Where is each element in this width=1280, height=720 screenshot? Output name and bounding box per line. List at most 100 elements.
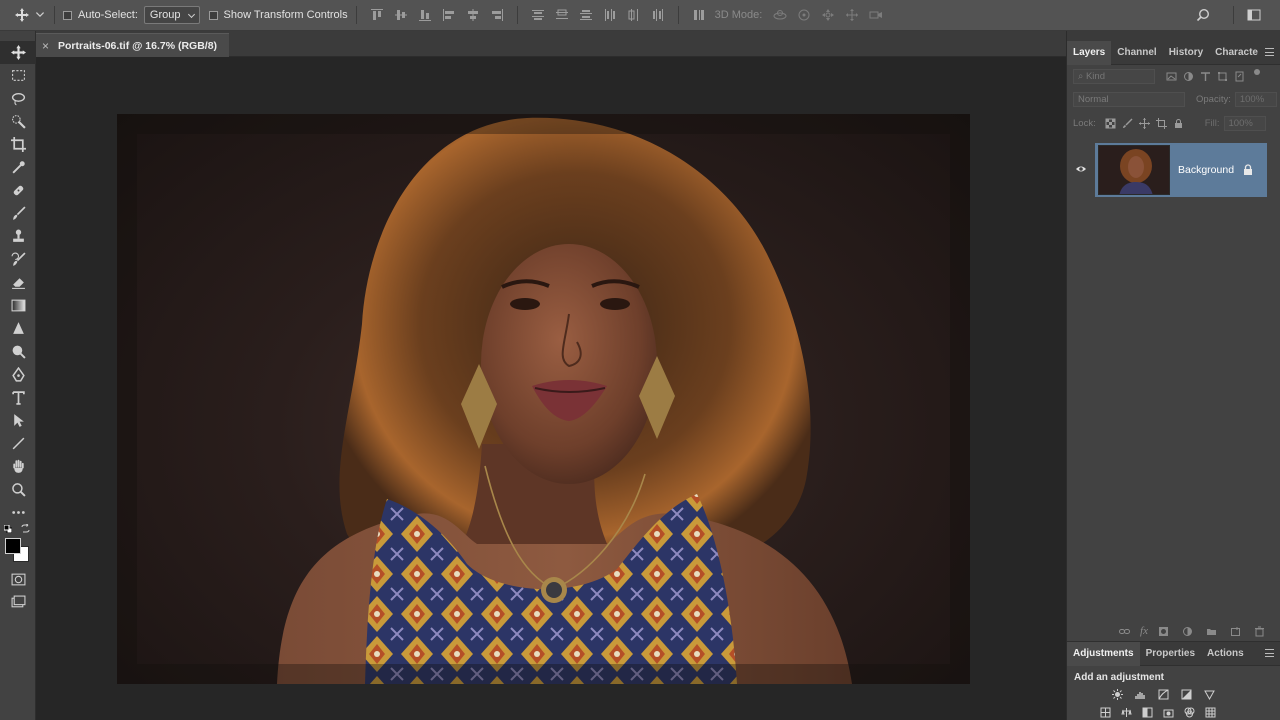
zoom-tool-button[interactable] xyxy=(0,478,36,501)
distribute-vertical-center-icon[interactable] xyxy=(550,0,574,31)
filter-smart-object-icon[interactable] xyxy=(1231,69,1248,83)
screen-mode-button[interactable] xyxy=(0,591,36,614)
photo-filter-icon[interactable] xyxy=(1160,705,1177,719)
brightness-contrast-icon[interactable] xyxy=(1109,687,1126,701)
3d-roll-icon[interactable] xyxy=(792,0,816,31)
color-lookup-icon[interactable] xyxy=(1202,705,1219,719)
channel-mixer-icon[interactable] xyxy=(1181,705,1198,719)
workspace-icon[interactable] xyxy=(1242,0,1266,31)
panel-dock-grip[interactable] xyxy=(1067,31,1280,41)
align-bottom-icon[interactable] xyxy=(413,0,437,31)
lock-all-icon[interactable] xyxy=(1170,116,1187,130)
filter-shape-icon[interactable] xyxy=(1214,69,1231,83)
tab-layers[interactable]: Layers xyxy=(1067,40,1112,65)
move-tool-button[interactable] xyxy=(0,41,36,64)
levels-icon[interactable] xyxy=(1132,687,1149,701)
align-right-icon[interactable] xyxy=(485,0,509,31)
new-layer-icon[interactable] xyxy=(1227,624,1244,638)
align-left-icon[interactable] xyxy=(437,0,461,31)
foreground-color-swatch[interactable] xyxy=(5,538,21,554)
opacity-field[interactable]: 100% xyxy=(1234,91,1277,107)
new-adjustment-layer-icon[interactable] xyxy=(1179,624,1196,638)
fill-field[interactable]: 100% xyxy=(1223,115,1266,131)
blur-tool-button[interactable] xyxy=(0,317,36,340)
lasso-tool-button[interactable] xyxy=(0,87,36,110)
add-layer-style-icon[interactable]: fx xyxy=(1140,625,1148,637)
gradient-tool-button[interactable] xyxy=(0,294,36,317)
3d-slide-icon[interactable] xyxy=(840,0,864,31)
eraser-tool-button[interactable] xyxy=(0,271,36,294)
new-group-icon[interactable] xyxy=(1203,624,1220,638)
hue-saturation-icon[interactable] xyxy=(1097,705,1114,719)
pen-tool-button[interactable] xyxy=(0,363,36,386)
swap-colors-icon[interactable] xyxy=(21,523,30,533)
3d-orbit-icon[interactable] xyxy=(768,0,792,31)
crop-tool-button[interactable] xyxy=(0,133,36,156)
edit-toolbar-button[interactable] xyxy=(0,501,36,524)
default-colors-icon[interactable] xyxy=(3,524,13,534)
layer-row-background[interactable]: Background xyxy=(1095,143,1267,197)
distribute-bottom-icon[interactable] xyxy=(574,0,598,31)
link-layers-icon[interactable] xyxy=(1116,624,1133,638)
lock-image-pixels-icon[interactable] xyxy=(1119,116,1136,130)
portrait-image[interactable] xyxy=(117,114,970,684)
lock-transparent-pixels-icon[interactable] xyxy=(1102,116,1119,130)
canvas-area[interactable] xyxy=(36,57,1066,720)
tab-actions[interactable]: Actions xyxy=(1201,642,1250,666)
path-selection-tool-button[interactable] xyxy=(0,409,36,432)
tab-character[interactable]: Characte xyxy=(1209,41,1264,65)
search-icon[interactable] xyxy=(1191,0,1215,31)
vibrance-icon[interactable] xyxy=(1201,687,1218,701)
tab-history[interactable]: History xyxy=(1163,41,1209,65)
type-tool-button[interactable] xyxy=(0,386,36,409)
layers-panel-menu-icon[interactable] xyxy=(1265,48,1274,56)
curves-icon[interactable] xyxy=(1155,687,1172,701)
auto-select-checkbox[interactable]: Auto-Select: xyxy=(63,0,138,31)
line-tool-button[interactable] xyxy=(0,432,36,455)
3d-pan-icon[interactable] xyxy=(816,0,840,31)
filter-adjustment-icon[interactable] xyxy=(1180,69,1197,83)
tab-properties[interactable]: Properties xyxy=(1140,642,1201,666)
filter-toggle-icon[interactable] xyxy=(1254,69,1260,75)
dodge-tool-button[interactable] xyxy=(0,340,36,363)
auto-select-dropdown[interactable]: Group xyxy=(143,6,200,24)
color-balance-icon[interactable] xyxy=(1118,705,1135,719)
distribute-horizontal-center-icon[interactable] xyxy=(622,0,646,31)
quick-selection-tool-button[interactable] xyxy=(0,110,36,133)
black-white-icon[interactable] xyxy=(1139,705,1156,719)
exposure-icon[interactable] xyxy=(1178,687,1195,701)
toolbar-grip[interactable] xyxy=(0,31,35,41)
delete-layer-icon[interactable] xyxy=(1251,624,1268,638)
3d-camera-icon[interactable] xyxy=(864,0,888,31)
marquee-tool-button[interactable] xyxy=(0,64,36,87)
distribute-right-icon[interactable] xyxy=(646,0,670,31)
distribute-left-icon[interactable] xyxy=(598,0,622,31)
document-tab[interactable]: × Portraits-06.tif @ 16.7% (RGB/8) xyxy=(36,33,229,57)
align-top-icon[interactable] xyxy=(365,0,389,31)
blend-mode-select[interactable]: Normal xyxy=(1073,91,1185,107)
move-tool-icon[interactable] xyxy=(10,0,34,31)
filter-pixel-icon[interactable] xyxy=(1163,69,1180,83)
quick-mask-button[interactable] xyxy=(0,568,36,591)
close-tab-icon[interactable]: × xyxy=(42,39,49,53)
tab-channels[interactable]: Channel xyxy=(1111,41,1162,65)
brush-tool-button[interactable] xyxy=(0,202,36,225)
healing-brush-tool-button[interactable] xyxy=(0,179,36,202)
lock-artboard-icon[interactable] xyxy=(1153,116,1170,130)
show-transform-check-box[interactable] xyxy=(208,10,218,20)
filter-type-icon[interactable] xyxy=(1197,69,1214,83)
auto-align-icon[interactable] xyxy=(687,0,711,31)
show-transform-controls[interactable]: Show Transform Controls xyxy=(208,0,348,31)
align-vertical-center-icon[interactable] xyxy=(389,0,413,31)
layer-name[interactable]: Background xyxy=(1178,164,1234,176)
add-layer-mask-icon[interactable] xyxy=(1155,624,1172,638)
layer-filter-kind-select[interactable]: ⌕ Kind xyxy=(1073,68,1155,84)
tool-preset-chevron-icon[interactable] xyxy=(34,0,46,31)
tab-adjustments[interactable]: Adjustments xyxy=(1067,641,1140,666)
history-brush-tool-button[interactable] xyxy=(0,248,36,271)
align-horizontal-center-icon[interactable] xyxy=(461,0,485,31)
visibility-eye-icon[interactable] xyxy=(1075,163,1087,175)
hand-tool-button[interactable] xyxy=(0,455,36,478)
eyedropper-tool-button[interactable] xyxy=(0,156,36,179)
auto-select-check-box[interactable] xyxy=(63,10,72,20)
